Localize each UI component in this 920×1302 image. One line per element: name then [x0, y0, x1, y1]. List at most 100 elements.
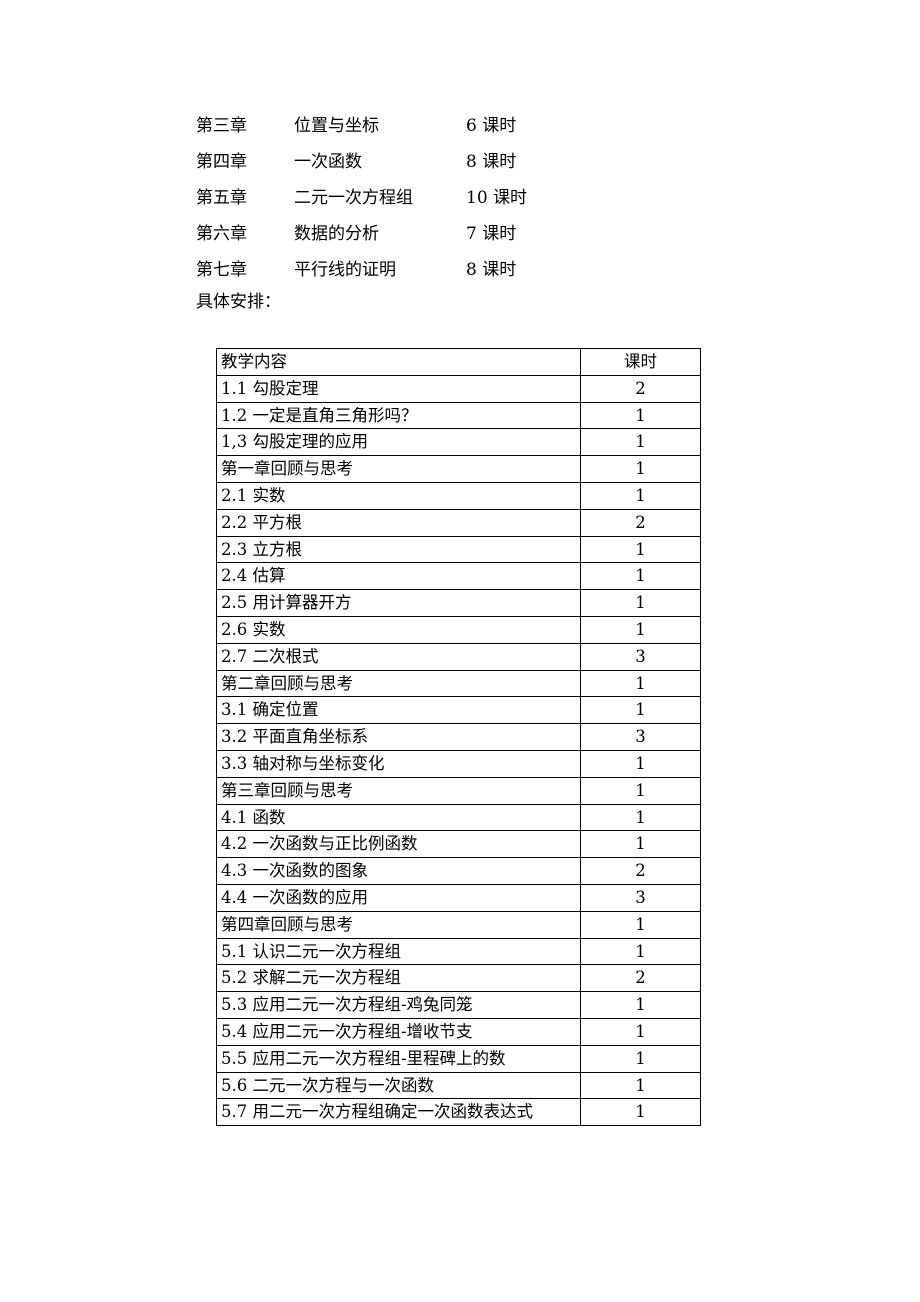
header-cell-hours: 课时 [580, 348, 701, 376]
chapter-number-label: 第七章 [196, 260, 247, 280]
table-row: 2.4 估算 1 [216, 562, 701, 591]
cell-content: 1.2 一定是直角三角形吗？ [216, 401, 581, 430]
cell-content: 3.3 轴对称与坐标变化 [216, 749, 581, 778]
cell-hours: 1 [580, 1017, 701, 1046]
arrangement-caption: 具体安排： [196, 292, 281, 312]
table-row: 第二章回顾与思考 1 [216, 669, 701, 698]
chapter-summary-row: 第三章 位置与坐标 6 课时 [196, 108, 716, 144]
table-row: 2.1 实数 1 [216, 481, 701, 510]
cell-hours: 1 [580, 401, 701, 430]
chapter-title-label: 位置与坐标 [294, 116, 379, 136]
cell-hours: 1 [580, 455, 701, 483]
cell-content: 2.2 平方根 [216, 508, 581, 537]
cell-hours: 3 [580, 723, 701, 751]
chapter-summary-list: 第三章 位置与坐标 6 课时第四章 一次函数 8 课时 第五章 二元一次方程组 10 课时第六… [196, 108, 716, 288]
cell-content: 第三章回顾与思考 [216, 776, 581, 805]
cell-hours: 1 [580, 1098, 701, 1127]
cell-hours: 1 [580, 803, 701, 832]
table-row: 5.3 应用二元一次方程组-鸡兔同笼 1 [216, 991, 701, 1019]
table-row: 第一章回顾与思考 1 [216, 455, 701, 483]
cell-hours: 1 [580, 749, 701, 778]
cell-content: 3.2 平面直角坐标系 [216, 723, 581, 751]
table-row: 5.4 应用二元一次方程组-增收节支 1 [216, 1017, 701, 1046]
table-row: 4.1 函数 1 [216, 803, 701, 832]
table-row: 5.6 二元一次方程与一次函数 1 [216, 1071, 701, 1100]
table-row: 2.7 二次根式 3 [216, 642, 701, 671]
table-row: 3.3 轴对称与坐标变化 1 [216, 749, 701, 778]
header-cell-content: 教学内容 [216, 348, 581, 376]
cell-hours: 1 [580, 910, 701, 939]
schedule-table-body: 教学内容 课时 1.1 勾股定理 2 1.2 一定是直角三角形吗？ 1 1,3 勾股定理… [216, 348, 701, 1127]
cell-content: 3.1 确定位置 [216, 696, 581, 725]
cell-hours: 1 [580, 696, 701, 725]
cell-content: 第二章回顾与思考 [216, 669, 581, 698]
cell-hours: 1 [580, 991, 701, 1019]
cell-hours: 3 [580, 642, 701, 671]
cell-hours: 1 [580, 937, 701, 966]
cell-content: 4.2 一次函数与正比例函数 [216, 830, 581, 859]
chapter-title-label: 二元一次方程组 [294, 188, 413, 208]
chapter-number-label: 第六章 [196, 224, 247, 244]
chapter-title-label: 一次函数 [294, 152, 362, 172]
cell-hours: 2 [580, 508, 701, 537]
chapter-title-label: 数据的分析 [294, 224, 379, 244]
cell-content: 4.3 一次函数的图象 [216, 857, 581, 885]
cell-content: 第四章回顾与思考 [216, 910, 581, 939]
chapter-summary-row: 第六章 数据的分析 7 课时 [196, 216, 716, 252]
chapter-hours-label: 6 课时 [466, 116, 517, 136]
table-row: 5.2 求解二元一次方程组 2 [216, 964, 701, 993]
chapter-summary-row: 第四章 一次函数 8 课时 [196, 144, 716, 180]
cell-content: 5.2 求解二元一次方程组 [216, 964, 581, 993]
table-row: 3.1 确定位置 1 [216, 696, 701, 725]
table-row: 第四章回顾与思考 1 [216, 910, 701, 939]
cell-content: 5.3 应用二元一次方程组-鸡兔同笼 [216, 991, 581, 1019]
cell-content: 5.4 应用二元一次方程组-增收节支 [216, 1017, 581, 1046]
schedule-table: 教学内容 课时 1.1 勾股定理 2 1.2 一定是直角三角形吗？ 1 1,3 勾股定理… [216, 348, 701, 1127]
cell-hours: 2 [580, 857, 701, 885]
chapter-summary-row: 第五章 二元一次方程组 10 课时 [196, 180, 716, 216]
cell-content: 5.5 应用二元一次方程组-里程碑上的数 [216, 1044, 581, 1073]
table-row: 5.7 用二元一次方程组确定一次函数表达式 1 [216, 1098, 701, 1127]
cell-content: 1,3 勾股定理的应用 [216, 428, 581, 457]
cell-content: 5.1 认识二元一次方程组 [216, 937, 581, 966]
table-row: 5.5 应用二元一次方程组-里程碑上的数 1 [216, 1044, 701, 1073]
cell-hours: 1 [580, 1071, 701, 1100]
cell-content: 2.5 用计算器开方 [216, 589, 581, 617]
cell-hours: 3 [580, 883, 701, 912]
table-row: 2.5 用计算器开方 1 [216, 589, 701, 617]
cell-content: 1.1 勾股定理 [216, 374, 581, 403]
cell-hours: 1 [580, 562, 701, 591]
cell-content: 2.7 二次根式 [216, 642, 581, 671]
schedule-table-container: 教学内容 课时 1.1 勾股定理 2 1.2 一定是直角三角形吗？ 1 1,3 勾股定理… [216, 348, 701, 1127]
cell-hours: 1 [580, 615, 701, 644]
cell-hours: 1 [580, 1044, 701, 1073]
cell-hours: 1 [580, 669, 701, 698]
cell-hours: 2 [580, 964, 701, 993]
cell-hours: 1 [580, 589, 701, 617]
cell-hours: 1 [580, 776, 701, 805]
cell-content: 第一章回顾与思考 [216, 455, 581, 483]
table-row: 4.4 一次函数的应用 3 [216, 883, 701, 912]
table-row: 2.2 平方根 2 [216, 508, 701, 537]
chapter-number-label: 第三章 [196, 116, 247, 136]
cell-hours: 2 [580, 374, 701, 403]
cell-content: 2.3 立方根 [216, 535, 581, 564]
chapter-number-label: 第四章 [196, 152, 247, 172]
cell-content: 5.6 二元一次方程与一次函数 [216, 1071, 581, 1100]
cell-content: 4.4 一次函数的应用 [216, 883, 581, 912]
cell-hours: 1 [580, 428, 701, 457]
cell-hours: 1 [580, 830, 701, 859]
cell-hours: 1 [580, 481, 701, 510]
cell-content: 4.1 函数 [216, 803, 581, 832]
cell-content: 2.4 估算 [216, 562, 581, 591]
cell-content: 2.6 实数 [216, 615, 581, 644]
chapter-summary-row: 第七章 平行线的证明 8 课时 [196, 252, 716, 288]
table-row: 1.2 一定是直角三角形吗？ 1 [216, 401, 701, 430]
table-row: 2.3 立方根 1 [216, 535, 701, 564]
table-row: 1.1 勾股定理 2 [216, 374, 701, 403]
chapter-hours-label: 8 课时 [466, 260, 517, 280]
cell-content: 5.7 用二元一次方程组确定一次函数表达式 [216, 1098, 581, 1127]
cell-content: 2.1 实数 [216, 481, 581, 510]
chapter-title-label: 平行线的证明 [294, 260, 396, 280]
table-row: 5.1 认识二元一次方程组 1 [216, 937, 701, 966]
